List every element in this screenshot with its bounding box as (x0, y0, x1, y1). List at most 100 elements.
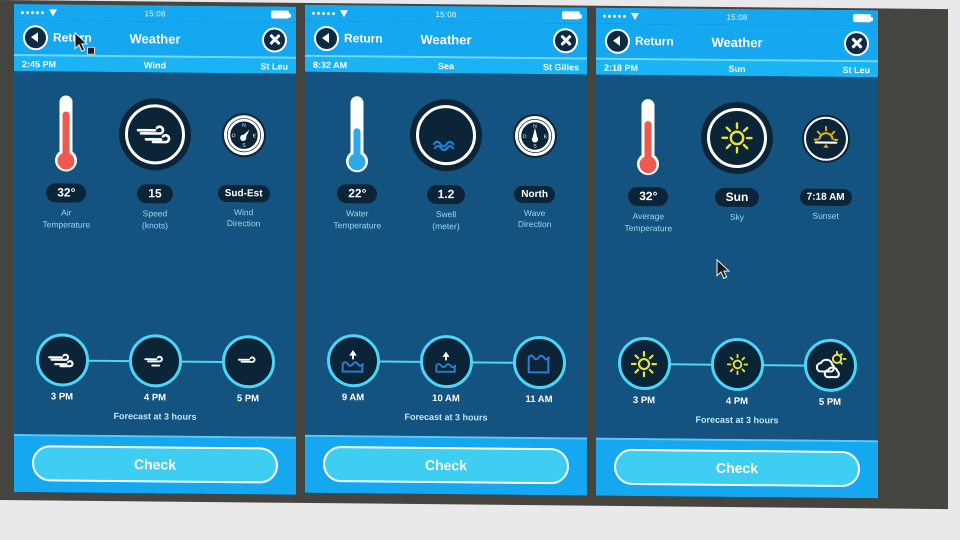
back-button[interactable]: Return (605, 28, 674, 54)
forecast-section: 9 AM 10 AM 11 AM Forecast at 3 hours (305, 333, 587, 438)
forecast-item[interactable]: 5 PM (796, 338, 864, 409)
close-icon (553, 27, 578, 53)
wave-rising-icon (326, 333, 380, 388)
weather-panel-wind: 15:08 Return Weather 2:45 PM Wind St Leu (14, 4, 296, 495)
thermometer-hot-icon (55, 85, 78, 181)
metric-value: 32° (46, 183, 87, 203)
swell-icon (409, 98, 482, 172)
metric-average-temperature: 32° Average Temperature (605, 89, 691, 235)
metric-value: Sun (714, 187, 760, 208)
compass-icon: N S O E (221, 112, 266, 158)
panel-body: 22° Water Temperature 1.2 Swell (meter) … (305, 71, 587, 438)
back-button-label: Return (635, 33, 674, 49)
thermometer-cold-icon (346, 86, 369, 182)
weather-panel-sea: 15:08 Return Weather 8:32 AM Sea St Gill… (305, 4, 587, 496)
sun-icon (700, 101, 773, 175)
sub-bar-mode: Wind (144, 59, 166, 70)
wave-high-icon (512, 335, 566, 390)
metric-value: 7:18 AM (799, 188, 852, 207)
forecast-caption: Forecast at 3 hours (113, 410, 197, 422)
forecast-section: 3 PM 4 PM 5 PM Forecast at 3 hours (14, 333, 296, 437)
svg-text:S: S (533, 143, 537, 149)
desktop-screen: 15:08 Return Weather 2:45 PM Wind St Leu (0, 0, 960, 540)
svg-text:E: E (252, 133, 256, 139)
battery-icon (853, 14, 871, 23)
back-button[interactable]: Return (23, 24, 92, 51)
back-button[interactable]: Return (314, 25, 383, 51)
forecast-row: 3 PM 4 PM 5 PM (610, 336, 864, 409)
check-button[interactable]: Check (323, 445, 569, 485)
metric-sky: Sun Sky (694, 90, 780, 224)
forecast-label: 4 PM (725, 395, 749, 408)
compass-icon: N S O E (512, 113, 557, 159)
back-button-label: Return (53, 30, 92, 45)
close-button[interactable] (844, 30, 869, 56)
back-button-label: Return (344, 31, 383, 46)
metric-caption: Wave Direction (517, 207, 552, 230)
forecast-item[interactable]: 3 PM (28, 333, 96, 403)
cloud-sun-icon (803, 338, 857, 393)
forecast-item[interactable]: 4 PM (121, 334, 189, 404)
metric-value: 1.2 (426, 184, 466, 205)
metric-caption: Sky (729, 212, 745, 223)
forecast-item[interactable]: 11 AM (505, 335, 573, 406)
metric-caption: Swell (meter) (432, 209, 460, 231)
metric-value: North (514, 185, 555, 204)
forecast-label: 4 PM (143, 392, 167, 404)
forecast-section: 3 PM 4 PM 5 PM Forecast at 3 hours (596, 336, 878, 441)
sun-icon (710, 337, 764, 392)
check-button[interactable]: Check (614, 448, 860, 488)
forecast-label: 10 AM (432, 393, 460, 405)
close-button[interactable] (262, 26, 287, 53)
sunset-icon (801, 114, 850, 164)
wind-icon (118, 98, 191, 171)
forecast-caption: Forecast at 3 hours (404, 411, 488, 423)
metrics-row: 22° Water Temperature 1.2 Swell (meter) … (305, 86, 587, 234)
svg-text:S: S (242, 143, 246, 149)
forecast-item[interactable]: 5 PM (214, 334, 282, 405)
svg-text:E: E (543, 134, 547, 140)
forecast-label: 9 AM (341, 392, 365, 404)
battery-icon (271, 10, 289, 19)
wind-icon (128, 334, 182, 388)
metric-water-temperature: 22° Water Temperature (314, 86, 400, 232)
metric-value: 15 (137, 184, 173, 204)
chevron-left-icon (23, 24, 48, 50)
metric-caption: Water Temperature (333, 208, 382, 231)
metric-caption: Sunset (812, 210, 839, 221)
wind-icon (221, 334, 275, 389)
forecast-label: 5 PM (818, 396, 842, 408)
weather-app-panels: 15:08 Return Weather 2:45 PM Wind St Leu (14, 2, 880, 502)
forecast-label: 3 PM (632, 394, 656, 407)
close-icon (262, 26, 287, 53)
metric-value: 32° (628, 186, 669, 207)
svg-text:N: N (242, 123, 246, 129)
forecast-label: 5 PM (236, 393, 260, 405)
status-bar-time: 15:08 (435, 9, 457, 19)
close-button[interactable] (553, 27, 578, 53)
forecast-row: 9 AM 10 AM 11 AM (319, 333, 573, 406)
forecast-item[interactable]: 3 PM (610, 336, 678, 407)
thermometer-hot-icon (637, 89, 660, 185)
forecast-item[interactable]: 10 AM (412, 334, 480, 405)
svg-text:O: O (231, 133, 235, 139)
forecast-caption: Forecast at 3 hours (695, 414, 779, 426)
panel-footer: Check (596, 437, 878, 499)
svg-text:N: N (533, 124, 537, 130)
metric-wind-speed: 15 Speed (knots) (112, 86, 198, 232)
metric-caption: Wind Direction (226, 207, 261, 229)
status-bar-time: 15:08 (726, 12, 748, 22)
metric-air-temperature: 32° Air Temperature (23, 85, 109, 231)
forecast-item[interactable]: 9 AM (319, 333, 387, 404)
nav-bar: Return Weather (305, 20, 587, 58)
wave-rising-icon (419, 334, 473, 389)
panel-body: 32° Average Temperature Sun Sky 7:18 AM … (596, 74, 878, 441)
svg-text:O: O (522, 134, 526, 140)
chevron-left-icon (605, 28, 630, 54)
forecast-row: 3 PM 4 PM 5 PM (28, 333, 282, 404)
forecast-item[interactable]: 4 PM (703, 337, 771, 408)
panel-body: 32° Air Temperature 15 Speed (knots) N S… (14, 71, 296, 437)
check-button[interactable]: Check (32, 445, 278, 484)
metric-sunset: 7:18 AM Sunset (783, 90, 869, 222)
chevron-left-icon (314, 25, 339, 51)
